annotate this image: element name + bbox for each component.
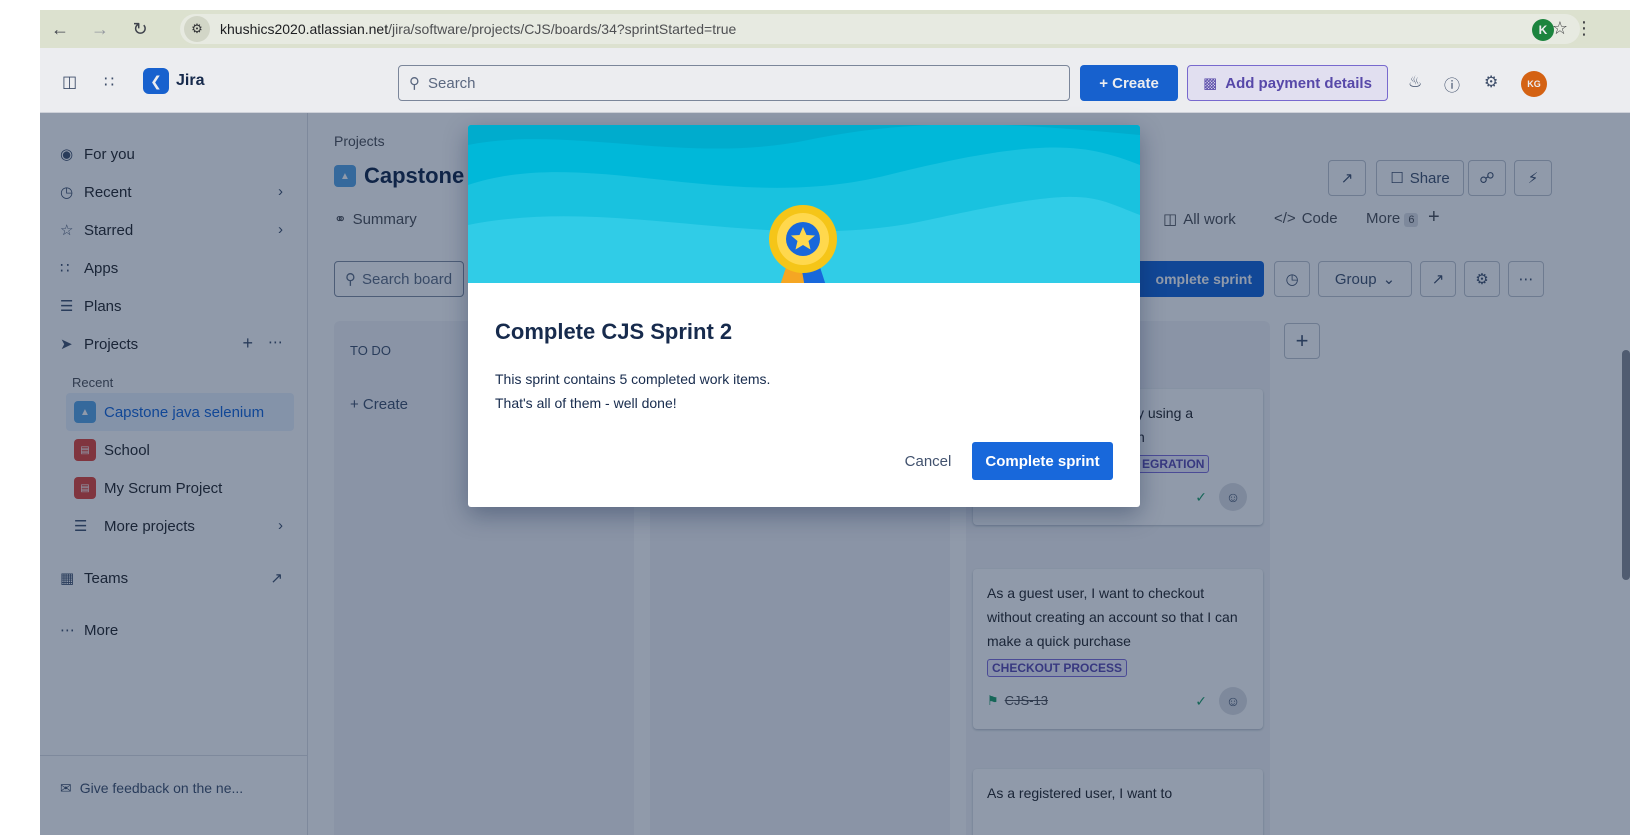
jira-top-nav: ◫ ∷ ❮ Jira ⚲ Search + Create ▩ Add payme… [40,48,1630,113]
credit-card-icon: ▩ [1203,75,1218,92]
back-icon[interactable]: ← [40,19,80,40]
search-placeholder: Search [428,74,476,92]
sidebar-toggle-icon[interactable]: ◫ [62,72,77,92]
bookmark-star-icon[interactable]: ☆ [1552,18,1568,39]
help-icon[interactable]: ⓘ [1444,72,1460,96]
url-text[interactable]: khushics2020.atlassian.net/jira/software… [220,21,736,37]
modal-hero-banner [468,125,1140,283]
browser-toolbar: ← → ↻ ⚙ khushics2020.atlassian.net/jira/… [40,10,1630,48]
cancel-button[interactable]: Cancel [893,443,963,479]
add-payment-label: Add payment details [1225,74,1372,92]
modal-body: This sprint contains 5 completed work it… [495,367,770,415]
browser-profile-avatar[interactable]: K [1532,19,1554,41]
forward-icon[interactable]: → [80,19,120,40]
modal-body-line: That's all of them - well done! [495,395,677,411]
reload-icon[interactable]: ↻ [120,19,160,40]
global-search-input[interactable]: ⚲ Search [398,65,1070,101]
notifications-bell-icon[interactable]: ♨ [1408,72,1422,92]
app-name[interactable]: Jira [176,72,204,90]
app-switcher-icon[interactable]: ∷ [104,72,114,92]
browser-menu-icon[interactable]: ⋮ [1575,18,1593,39]
jira-logo-icon[interactable]: ❮ [143,68,169,94]
site-settings-icon[interactable]: ⚙ [184,16,210,42]
app-frame: ← → ↻ ⚙ khushics2020.atlassian.net/jira/… [40,10,1630,835]
modal-title: Complete CJS Sprint 2 [495,319,733,344]
complete-sprint-dialog: Complete CJS Sprint 2 This sprint contai… [468,125,1140,507]
address-bar[interactable]: ⚙ khushics2020.atlassian.net/jira/softwa… [180,14,1580,44]
settings-gear-icon[interactable]: ⚙ [1484,72,1498,92]
modal-body-line: This sprint contains 5 completed work it… [495,371,771,387]
create-button[interactable]: + Create [1080,65,1178,101]
add-payment-details-button[interactable]: ▩ Add payment details [1187,65,1388,101]
url-domain: khushics2020.atlassian.net [220,21,389,37]
url-path: /jira/software/projects/CJS/boards/34?sp… [388,21,737,37]
user-avatar[interactable]: KG [1521,71,1547,97]
award-ribbon-icon [769,205,837,283]
search-icon: ⚲ [409,75,420,92]
complete-sprint-button[interactable]: Complete sprint [972,442,1113,480]
